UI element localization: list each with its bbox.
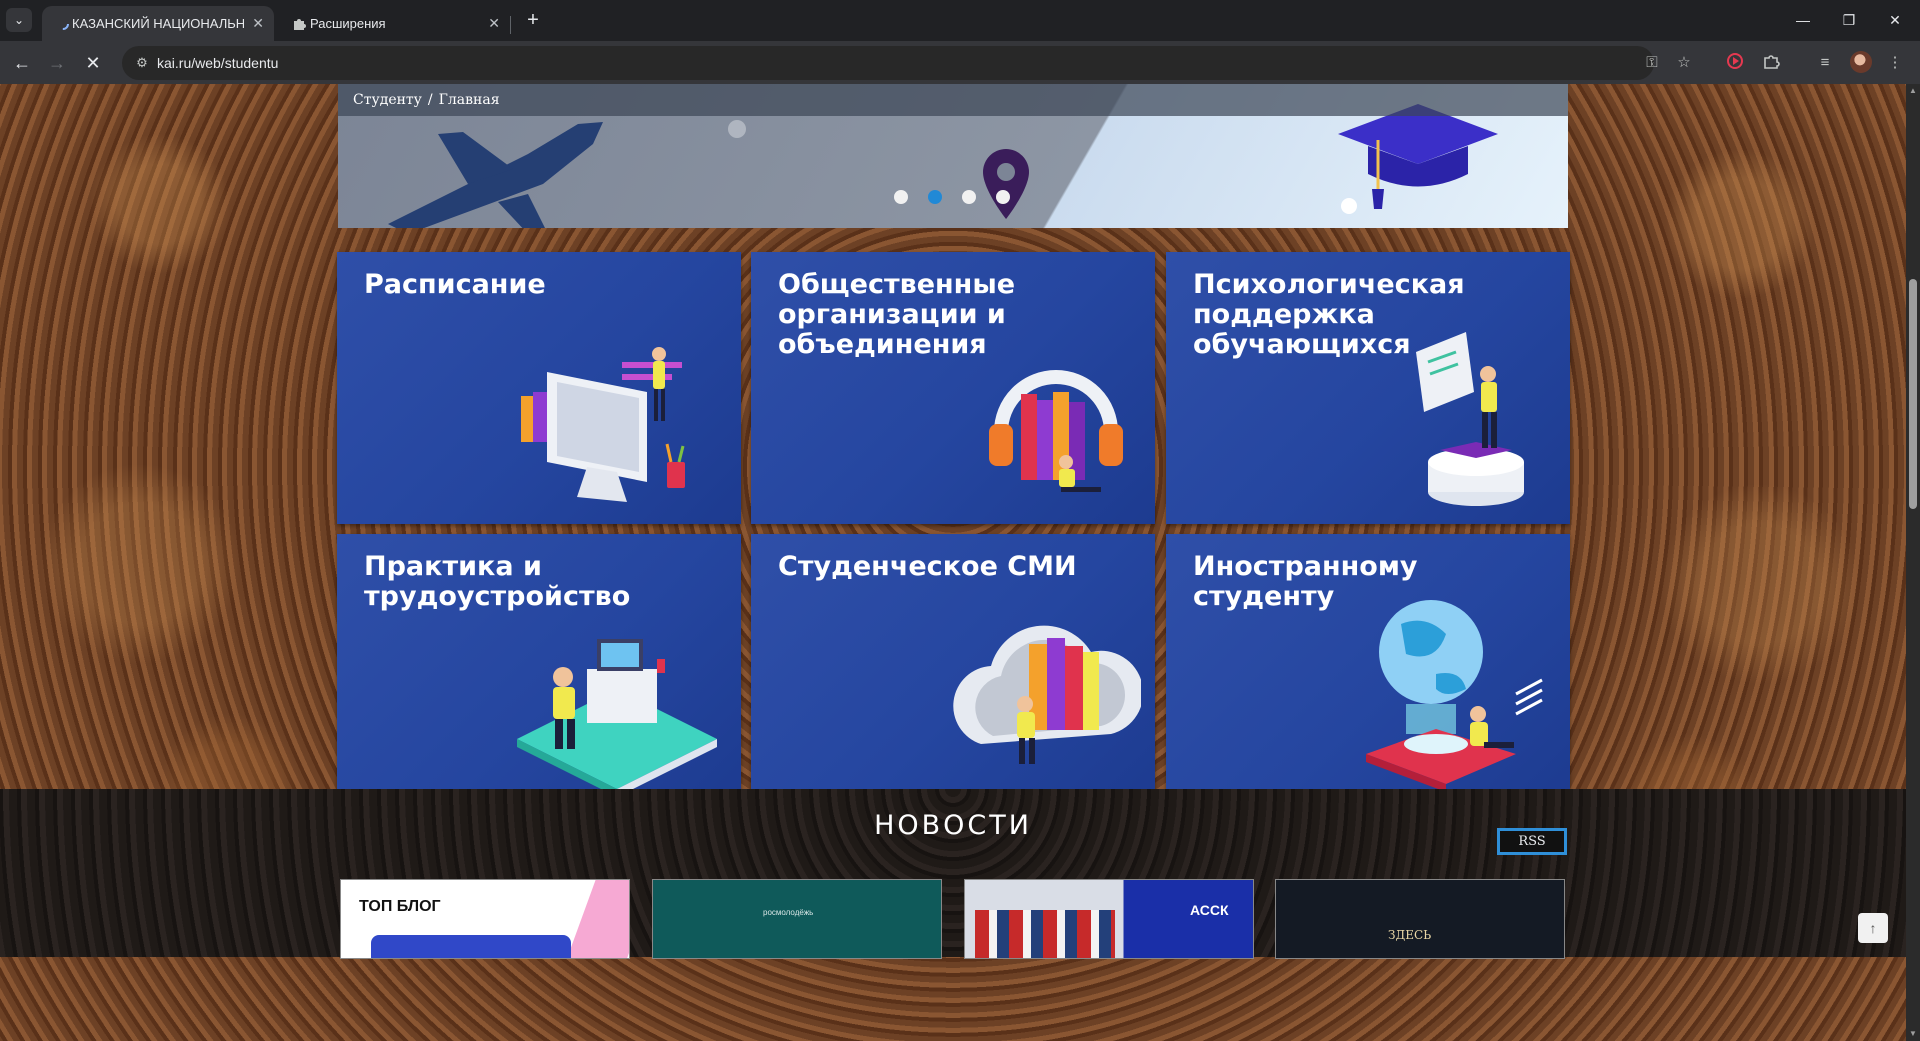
- tile-title: Общественные организации и объединения: [778, 269, 1016, 360]
- extensions-icon[interactable]: [1760, 52, 1782, 74]
- tile-schedule[interactable]: Расписание: [337, 252, 741, 524]
- media-controls-icon[interactable]: ≡: [1814, 52, 1836, 74]
- close-tab-icon[interactable]: ✕: [252, 6, 264, 41]
- profile-avatar[interactable]: [1850, 51, 1872, 73]
- card-decor: [566, 880, 629, 958]
- close-window-button[interactable]: ✕: [1872, 0, 1918, 41]
- breadcrumb-root-link[interactable]: Студенту: [353, 92, 422, 108]
- tab-extensions[interactable]: Расширения ✕: [278, 6, 510, 41]
- tile-title: Студенческое СМИ: [778, 551, 1077, 582]
- desk-laptop-person-icon: [517, 639, 717, 797]
- page-scrollbar[interactable]: ▲ ▼: [1906, 84, 1920, 1041]
- puzzle-icon: [294, 19, 306, 30]
- menu-kebab-icon[interactable]: ⋮: [1884, 52, 1906, 74]
- computer-person-icon: [521, 347, 685, 502]
- card-label: ЗДЕСЬ: [1388, 928, 1432, 942]
- globe-book-icon: [1366, 600, 1543, 792]
- breadcrumb-current: Главная: [438, 92, 500, 108]
- carousel-dot-1[interactable]: [894, 190, 908, 204]
- tile-public-organizations[interactable]: Общественные организации и объединения: [751, 252, 1155, 524]
- tile-title: Расписание: [364, 269, 546, 300]
- tab-title: Расширения: [310, 16, 386, 31]
- bookmark-star-icon[interactable]: ☆: [1674, 53, 1694, 73]
- tab-kai[interactable]: КАЗАНСКИЙ НАЦИОНАЛЬНЫЙ ✕: [42, 6, 274, 41]
- scroll-up-arrow-icon[interactable]: ▲: [1906, 84, 1920, 98]
- tab-title: КАЗАНСКИЙ НАЦИОНАЛЬНЫЙ: [72, 16, 244, 31]
- card-label: АССК: [1190, 902, 1229, 918]
- breadcrumb-separator: /: [427, 92, 433, 108]
- forward-button[interactable]: →: [42, 48, 72, 78]
- news-card[interactable]: росмолодёжь: [652, 879, 942, 959]
- news-card[interactable]: ЗДЕСЬ: [1275, 879, 1565, 959]
- hero-carousel: Студенту / Главная: [338, 84, 1568, 228]
- tile-practice-employment[interactable]: Практика и трудоустройство: [337, 534, 741, 806]
- headphones-books-icon: [989, 370, 1123, 492]
- tile-psychological-support[interactable]: Психологическая поддержка обучающихся: [1166, 252, 1570, 524]
- tab-search-button[interactable]: ⌄: [6, 8, 32, 32]
- book-podium-person-icon: [1416, 332, 1524, 506]
- cloud-books-icon: [953, 625, 1141, 764]
- graduation-cap-image: [1338, 104, 1498, 209]
- map-pin-image: [983, 149, 1029, 219]
- browser-toolbar: ← → ✕ ⚙ kai.ru/web/studentu ⚿ ☆ ≡ ⋮: [0, 41, 1920, 84]
- news-card[interactable]: АССК: [964, 879, 1254, 959]
- card-decor: [371, 935, 571, 958]
- tab-divider: [510, 16, 511, 34]
- close-tab-icon[interactable]: ✕: [488, 6, 500, 41]
- airplane-image: [388, 122, 603, 228]
- card-label: росмолодёжь: [763, 908, 814, 917]
- decor-circle: [1341, 198, 1357, 214]
- scroll-to-top-button[interactable]: ↑: [1858, 913, 1888, 943]
- scroll-down-arrow-icon[interactable]: ▼: [1906, 1027, 1920, 1041]
- back-button[interactable]: ←: [7, 48, 37, 78]
- rss-button[interactable]: RSS: [1497, 828, 1567, 855]
- news-heading: НОВОСТИ: [874, 810, 1032, 841]
- address-bar[interactable]: ⚙ kai.ru/web/studentu ⚿ ☆: [122, 46, 1691, 80]
- carousel-dot-3[interactable]: [962, 190, 976, 204]
- url-text[interactable]: kai.ru/web/studentu: [157, 46, 278, 80]
- carousel-dot-4[interactable]: [996, 190, 1010, 204]
- news-card[interactable]: ТОП БЛОГ: [340, 879, 630, 959]
- breadcrumb: Студенту / Главная: [338, 84, 1568, 116]
- site-info-icon[interactable]: ⚙: [132, 53, 152, 73]
- scrollbar-thumb[interactable]: [1909, 279, 1917, 509]
- card-photo: [975, 910, 1115, 958]
- tab-strip: ⌄ КАЗАНСКИЙ НАЦИОНАЛЬНЫЙ ✕ Расширения ✕ …: [0, 0, 1920, 41]
- tile-title: Практика и трудоустройство: [364, 551, 631, 612]
- loading-icon: [57, 18, 69, 30]
- tile-student-media[interactable]: Студенческое СМИ: [751, 534, 1155, 806]
- card-label: ТОП БЛОГ: [359, 898, 441, 915]
- tile-foreign-student[interactable]: Иностранному студенту: [1166, 534, 1570, 806]
- password-key-icon[interactable]: ⚿: [1642, 53, 1662, 73]
- record-extension-icon[interactable]: [1724, 52, 1746, 74]
- minimize-button[interactable]: —: [1780, 0, 1826, 41]
- restore-button[interactable]: ❐: [1826, 0, 1872, 41]
- decor-circle: [728, 120, 746, 138]
- new-tab-button[interactable]: +: [520, 8, 546, 34]
- stop-loading-button[interactable]: ✕: [78, 48, 108, 78]
- carousel-dot-2[interactable]: [928, 190, 942, 204]
